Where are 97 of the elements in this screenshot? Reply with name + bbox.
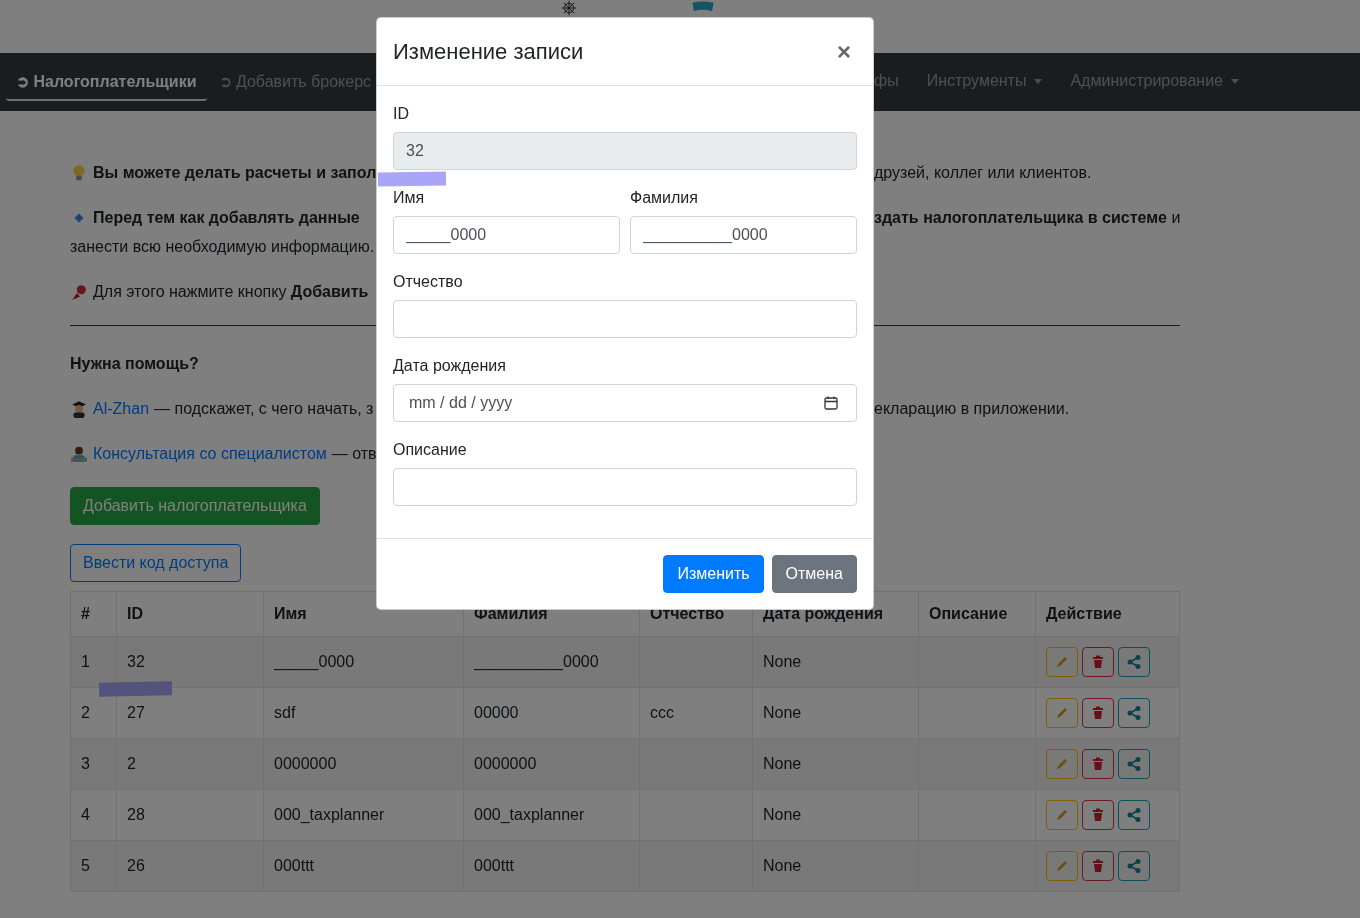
share-button[interactable] bbox=[1118, 698, 1150, 728]
share-button[interactable] bbox=[1118, 851, 1150, 881]
highlight-mark bbox=[377, 171, 447, 187]
table-cell: 4 bbox=[81, 806, 90, 823]
paragraph-text: екларацию в приложении. bbox=[874, 399, 1070, 419]
share-button[interactable] bbox=[1118, 749, 1150, 779]
table-cell: 000ttt bbox=[474, 857, 515, 874]
dialog-button[interactable]: Изменить bbox=[663, 555, 764, 593]
ship-wheel-icon bbox=[561, 0, 577, 16]
share-button[interactable] bbox=[1118, 800, 1150, 830]
table-cell: 000_taxplanner bbox=[474, 806, 585, 823]
input-field[interactable]: __________0000 bbox=[630, 216, 857, 254]
table-cell: 000ttt bbox=[274, 857, 315, 874]
table-cell: 32 bbox=[127, 653, 145, 670]
paragraph-text: — отв bbox=[331, 444, 377, 464]
table-cell: 3 bbox=[81, 755, 90, 772]
field-label: Дата рождения bbox=[393, 356, 507, 376]
table-cell: 2 bbox=[127, 755, 136, 772]
table-cell: None bbox=[763, 704, 802, 721]
trash-icon bbox=[1090, 705, 1106, 721]
paragraph-text: Перед тем как добавлять данные bbox=[93, 208, 360, 228]
column-header: # bbox=[70, 591, 117, 637]
table-cell: None bbox=[763, 857, 802, 874]
pushpin-icon bbox=[70, 283, 88, 301]
edit-button[interactable] bbox=[1046, 698, 1078, 728]
share-icon bbox=[1126, 705, 1142, 721]
edit-button[interactable] bbox=[1046, 647, 1078, 677]
action-button[interactable]: Добавить налогоплательщика bbox=[70, 487, 320, 525]
table-cell: __________0000 bbox=[474, 653, 599, 670]
table-cell: 2 bbox=[81, 704, 90, 721]
del-button[interactable] bbox=[1082, 851, 1114, 881]
dialog-button[interactable]: Отмена bbox=[771, 555, 857, 593]
del-button[interactable] bbox=[1082, 647, 1114, 677]
trash-icon bbox=[1090, 756, 1106, 772]
column-header: ID bbox=[116, 591, 264, 637]
column-header: Действие bbox=[1035, 591, 1180, 637]
close-button[interactable]: × bbox=[831, 37, 857, 66]
table-cell: 27 bbox=[127, 704, 145, 721]
trash-icon bbox=[1090, 858, 1106, 874]
lightbulb-icon bbox=[70, 164, 88, 182]
field-label: ID bbox=[393, 104, 410, 124]
pencil-icon bbox=[1054, 858, 1070, 874]
student-icon bbox=[70, 400, 88, 418]
table-cell: 0000000 bbox=[474, 755, 537, 772]
table-cell: 26 bbox=[127, 857, 145, 874]
input-field[interactable]: _____0000 bbox=[393, 216, 620, 254]
table-cell: 0000000 bbox=[274, 755, 337, 772]
dialog-title: Изменение записи bbox=[393, 38, 584, 65]
table-cell: 5 bbox=[81, 857, 90, 874]
table-cell: 00000 bbox=[474, 704, 519, 721]
del-button[interactable] bbox=[1082, 749, 1114, 779]
section-heading: Нужна помощь? bbox=[70, 355, 199, 372]
pencil-icon bbox=[1054, 756, 1070, 772]
column-header: Описание bbox=[918, 591, 1036, 637]
pencil-icon bbox=[1054, 654, 1070, 670]
person-laptop-icon bbox=[70, 445, 88, 463]
del-button[interactable] bbox=[1082, 698, 1114, 728]
table-cell: None bbox=[763, 806, 802, 823]
help-link[interactable]: Консультация со специалистом bbox=[93, 442, 327, 466]
pencil-icon bbox=[1054, 807, 1070, 823]
paragraph-text: друзей, коллег или клиентов. bbox=[874, 163, 1092, 183]
paragraph-text: здать налогоплательщика в системе и bbox=[874, 208, 1181, 228]
table-cell: None bbox=[763, 755, 802, 772]
share-icon bbox=[1126, 756, 1142, 772]
field-label: Имя bbox=[393, 188, 426, 208]
share-icon bbox=[1126, 858, 1142, 874]
share-icon bbox=[1126, 807, 1142, 823]
pencil-icon bbox=[1054, 705, 1070, 721]
paragraph-text: — подскажет, с чего начать, з bbox=[154, 399, 374, 419]
input-field[interactable] bbox=[393, 300, 857, 338]
field-label: Описание bbox=[393, 440, 468, 460]
table-cell: None bbox=[763, 653, 802, 670]
trash-icon bbox=[1090, 654, 1106, 670]
help-link[interactable]: Al-Zhan bbox=[93, 397, 150, 421]
date-field[interactable]: mm / dd / yyyy bbox=[393, 384, 857, 422]
paragraph-text: Для этого нажмите кнопку Добавить bbox=[93, 282, 369, 302]
table-cell: _____0000 bbox=[274, 653, 355, 670]
table-cell: 1 bbox=[81, 653, 90, 670]
edit-button[interactable] bbox=[1046, 851, 1078, 881]
table-cell: 28 bbox=[127, 806, 145, 823]
share-button[interactable] bbox=[1118, 647, 1150, 677]
calendar-icon bbox=[823, 395, 839, 411]
del-button[interactable] bbox=[1082, 800, 1114, 830]
edit-button[interactable] bbox=[1046, 749, 1078, 779]
table-cell: sdf bbox=[274, 704, 296, 721]
paragraph-text: Вы можете делать расчеты и запол bbox=[93, 163, 377, 183]
table-cell: 000_taxplanner bbox=[274, 806, 385, 823]
nav-link[interactable]: ➲ Налогоплательщики bbox=[6, 63, 207, 101]
share-icon bbox=[1126, 654, 1142, 670]
action-button[interactable]: Ввести код доступа bbox=[70, 544, 242, 582]
field-label: Фамилия bbox=[630, 188, 699, 208]
table-cell: ccc bbox=[650, 704, 674, 721]
field-label: Отчество bbox=[393, 272, 464, 292]
paragraph-text: занести всю необходимую информацию. bbox=[70, 238, 375, 255]
input-field[interactable] bbox=[393, 468, 857, 506]
trash-icon bbox=[1090, 807, 1106, 823]
edit-button[interactable] bbox=[1046, 800, 1078, 830]
